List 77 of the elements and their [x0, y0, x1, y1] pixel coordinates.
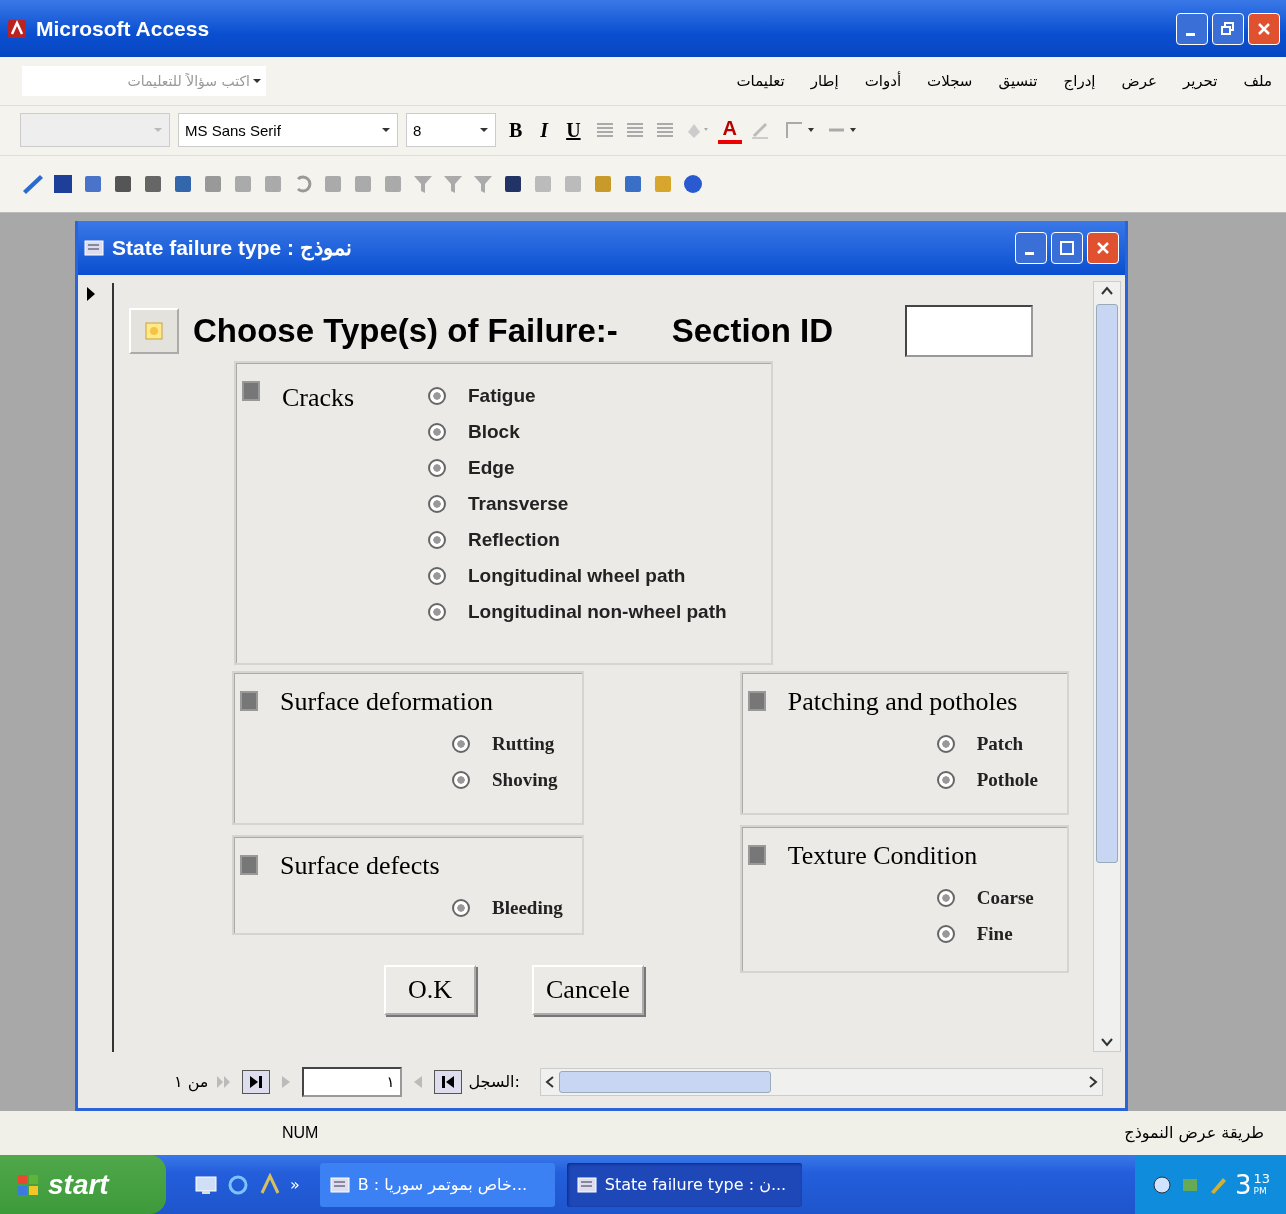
option-label: Edge	[468, 456, 515, 479]
minimize-button[interactable]	[1176, 12, 1208, 45]
menu-item[interactable]: عرض	[1121, 72, 1157, 91]
cancel-button[interactable]: Cancele	[532, 964, 644, 1015]
form-icon	[84, 238, 104, 257]
font-color-button[interactable]: A	[717, 116, 743, 144]
option-label: Coarse	[976, 886, 1034, 909]
close-button[interactable]	[1248, 12, 1280, 45]
bold-button[interactable]: B	[504, 118, 528, 142]
group-title: Texture Condition	[787, 840, 978, 871]
italic-button[interactable]: I	[535, 118, 554, 142]
horizontal-scrollbar[interactable]	[539, 1067, 1103, 1096]
group-title: Cracks	[282, 382, 356, 414]
close-icon	[1257, 21, 1271, 36]
taskbar-button[interactable]: B : خاص بموتمر سوريا...	[319, 1162, 555, 1207]
form-title: State failure type : نموذج	[112, 235, 352, 260]
option-label: Rutting	[492, 732, 555, 755]
minimize-button[interactable]	[1015, 231, 1047, 264]
menu-item[interactable]: سجلات	[927, 72, 973, 91]
more-button[interactable]: »	[290, 1175, 300, 1194]
scroll-thumb[interactable]	[1096, 303, 1118, 863]
close-icon	[1096, 240, 1110, 255]
menu-item[interactable]: أدوات	[864, 72, 902, 91]
menu-item[interactable]: إطار	[810, 72, 839, 91]
option-label: Longitudinal wheel path	[468, 564, 686, 587]
restore-button[interactable]	[1212, 12, 1244, 45]
maximize-button[interactable]	[1051, 231, 1083, 264]
option-label: Bleeding	[492, 896, 563, 919]
option-label: Fine	[976, 922, 1013, 945]
maximize-icon	[1060, 240, 1074, 255]
group-title: Patching and potholes	[787, 686, 1018, 717]
close-button[interactable]	[1087, 231, 1119, 264]
underline-button[interactable]: U	[561, 118, 586, 142]
group-title: Surface defects	[280, 850, 440, 881]
help-box[interactable]: اكتب سؤالاً للتعليمات	[22, 66, 266, 97]
option-label: Reflection	[468, 528, 560, 551]
record-label: السجل:	[468, 1072, 520, 1092]
option-label: Block	[468, 420, 520, 443]
scroll-thumb[interactable]	[558, 1070, 771, 1093]
option-label: Fatigue	[468, 384, 536, 407]
menu-item[interactable]: تحرير	[1182, 72, 1218, 91]
status-text: NUM	[282, 1123, 319, 1142]
option-label: Transverse	[468, 492, 569, 515]
menu-item[interactable]: إدراج	[1063, 72, 1096, 91]
minimize-icon	[1024, 252, 1034, 256]
window-title: Microsoft Access	[36, 16, 210, 41]
minimize-icon	[1185, 33, 1195, 37]
last-record-icon[interactable]	[242, 1069, 271, 1094]
form-heading: Choose Type(s) of Failure:-	[193, 311, 618, 350]
record-count: من ١	[174, 1072, 209, 1092]
restore-icon	[1221, 21, 1235, 36]
app-icon	[6, 17, 28, 40]
option-label: Longitudinal non-wheel path	[468, 600, 727, 623]
menu-item[interactable]: تنسيق	[998, 72, 1038, 91]
option-label: Shoving	[492, 768, 558, 791]
record-number-field[interactable]: ١	[302, 1066, 403, 1097]
section-id-label: Section ID	[671, 311, 834, 350]
option-label: Pothole	[976, 768, 1038, 791]
menu-item[interactable]: تعليمات	[736, 72, 785, 91]
taskbar-button[interactable]: State failure type : ن...	[566, 1162, 802, 1207]
ok-button[interactable]: O.K	[384, 964, 476, 1015]
status-text: طريقة عرض النموذج	[1124, 1123, 1264, 1143]
section-id-field[interactable]	[905, 304, 1034, 357]
option-label: Patch	[976, 732, 1024, 755]
image-button[interactable]	[129, 307, 179, 354]
vertical-scrollbar[interactable]	[1093, 280, 1121, 1052]
current-record-icon	[86, 284, 96, 303]
menu-item[interactable]: ملف	[1243, 72, 1272, 91]
group-title: Surface deformation	[280, 686, 493, 717]
picture-icon	[145, 321, 163, 340]
first-record-icon[interactable]	[434, 1069, 463, 1094]
record-selector[interactable]	[86, 282, 114, 1052]
window-icon	[576, 1175, 597, 1194]
font-size-combo[interactable]: 8	[406, 113, 496, 148]
windows-logo-icon	[16, 1172, 40, 1197]
font-combo[interactable]: MS Sans Serif	[178, 113, 398, 148]
window-icon	[329, 1175, 350, 1194]
